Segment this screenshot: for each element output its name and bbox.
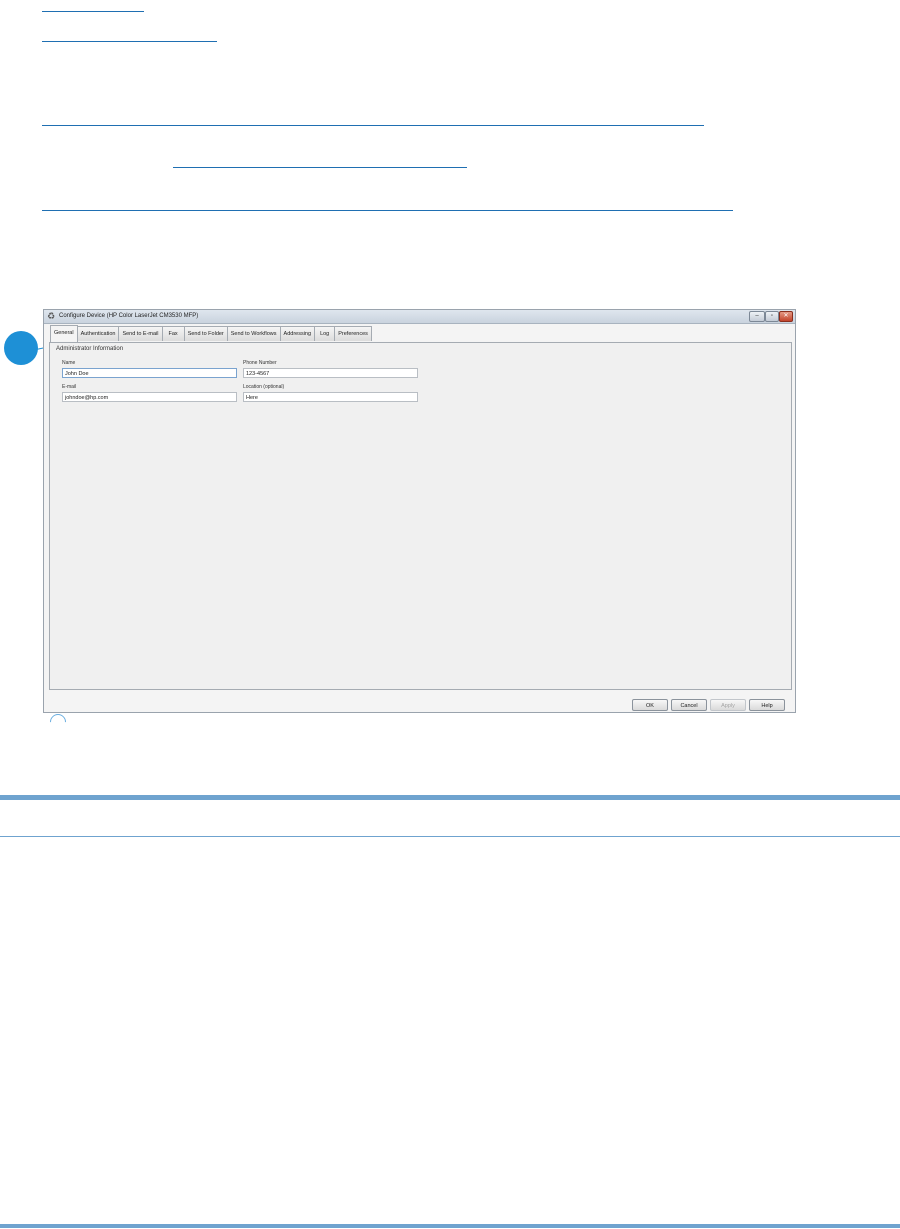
tab-general[interactable]: General [50,325,78,342]
email-label: E-mail [62,384,77,390]
hp-app-icon: ♻ [47,311,56,321]
link-underline-4[interactable] [173,167,467,168]
cancel-button[interactable]: Cancel [671,699,707,711]
minimize-button[interactable]: – [749,311,765,322]
close-button[interactable]: ✕ [779,311,793,322]
email-field[interactable]: johndoe@hp.com [62,392,237,402]
callout-marker [4,331,38,365]
help-button[interactable]: Help [749,699,785,711]
configure-device-window: ♻ Configure Device (HP Color LaserJet CM… [43,309,796,713]
location-field[interactable]: Here [243,392,418,402]
window-titlebar[interactable]: ♻ Configure Device (HP Color LaserJet CM… [44,310,795,324]
footer-rule [0,1224,900,1228]
link-underline-3[interactable] [42,125,704,126]
tab-authentication[interactable]: Authentication [76,326,120,341]
tab-send-to-email[interactable]: Send to E-mail [118,326,163,341]
location-label: Location (optional) [243,384,285,390]
tab-bar: General Authentication Send to E-mail Fa… [50,325,372,342]
phone-number-label: Phone Number [243,360,277,366]
link-underline-5[interactable] [42,210,733,211]
maximize-button[interactable]: ▫ [765,311,779,322]
tab-log[interactable]: Log [314,326,336,341]
link-underline-1[interactable] [42,11,144,12]
name-label: Name [62,360,76,366]
tab-send-to-workflows[interactable]: Send to Workflows [226,326,281,341]
tab-fax[interactable]: Fax [161,326,185,341]
tab-addressing[interactable]: Addressing [279,326,316,341]
name-field[interactable]: John Doe [62,368,237,378]
tab-preferences[interactable]: Preferences [334,326,372,341]
apply-button[interactable]: Apply [710,699,746,711]
section-rule-thick [0,795,900,800]
callout-marker-small [46,710,70,734]
section-rule-thin [0,836,900,837]
general-panel: Administrator Information Name John Doe … [49,342,792,690]
window-title: Configure Device (HP Color LaserJet CM35… [59,313,199,319]
ok-button[interactable]: OK [632,699,668,711]
tab-send-to-folder[interactable]: Send to Folder [183,326,228,341]
administrator-information-heading: Administrator Information [56,346,124,352]
phone-number-field[interactable]: 123-4567 [243,368,418,378]
link-underline-2[interactable] [42,41,217,42]
